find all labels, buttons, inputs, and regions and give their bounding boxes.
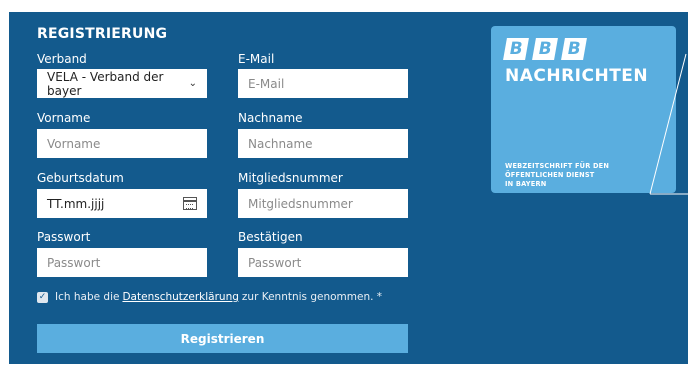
tagline-line: IN BAYERN xyxy=(505,180,547,188)
privacy-policy-link[interactable]: Datenschutzerklärung xyxy=(122,291,238,303)
logo-name: NACHRICHTEN xyxy=(505,66,649,86)
nachname-field[interactable] xyxy=(238,129,408,158)
chevron-down-icon: ⌄ xyxy=(188,78,197,89)
register-button[interactable]: Registrieren xyxy=(37,324,408,353)
password-field[interactable] xyxy=(37,248,207,277)
email-label: E-Mail xyxy=(238,52,275,66)
logo-letter: B xyxy=(532,38,558,60)
email-field[interactable] xyxy=(238,69,408,98)
checkmark-icon: ✓ xyxy=(38,292,47,302)
verband-select[interactable]: VELA - Verband der bayer ⌄ xyxy=(37,69,207,98)
tagline-line: WEBZEITSCHRIFT FÜR DEN xyxy=(505,162,610,170)
vorname-field[interactable] xyxy=(37,129,207,158)
logo-tagline: WEBZEITSCHRIFT FÜR DEN ÖFFENTLICHEN DIEN… xyxy=(505,162,665,189)
mitgliedsnummer-label: Mitgliedsnummer xyxy=(238,171,343,185)
consent-row: ✓ Ich habe die Datenschutzerklärung zur … xyxy=(37,291,382,303)
logo-letter: B xyxy=(503,38,529,60)
bestaetigen-label: Bestätigen xyxy=(238,230,303,244)
logo-letter: B xyxy=(561,38,587,60)
tagline-line: ÖFFENTLICHEN DIENST xyxy=(505,171,595,179)
consent-checkbox[interactable]: ✓ xyxy=(37,291,48,303)
confirm-password-field[interactable] xyxy=(238,248,408,277)
geburtsdatum-field[interactable]: TT.mm.jjjj xyxy=(37,189,207,218)
mitgliedsnummer-field[interactable] xyxy=(238,189,408,218)
decorative-slash xyxy=(649,53,688,195)
verband-select-value: VELA - Verband der bayer xyxy=(47,69,164,98)
geburtsdatum-label: Geburtsdatum xyxy=(37,171,124,185)
geburtsdatum-value: TT.mm.jjjj xyxy=(47,196,105,211)
nachname-label: Nachname xyxy=(238,111,303,125)
consent-text-before: Ich habe die xyxy=(55,291,120,303)
calendar-icon[interactable] xyxy=(183,197,197,210)
bbb-letters: B B B xyxy=(503,38,592,60)
vorname-label: Vorname xyxy=(37,111,91,125)
passwort-label: Passwort xyxy=(37,230,91,244)
verband-label: Verband xyxy=(37,52,87,66)
consent-text-after: zur Kenntnis genommen. * xyxy=(241,291,383,303)
form-title: REGISTRIERUNG xyxy=(37,26,168,42)
registration-panel: REGISTRIERUNG Verband VELA - Verband der… xyxy=(9,12,688,364)
